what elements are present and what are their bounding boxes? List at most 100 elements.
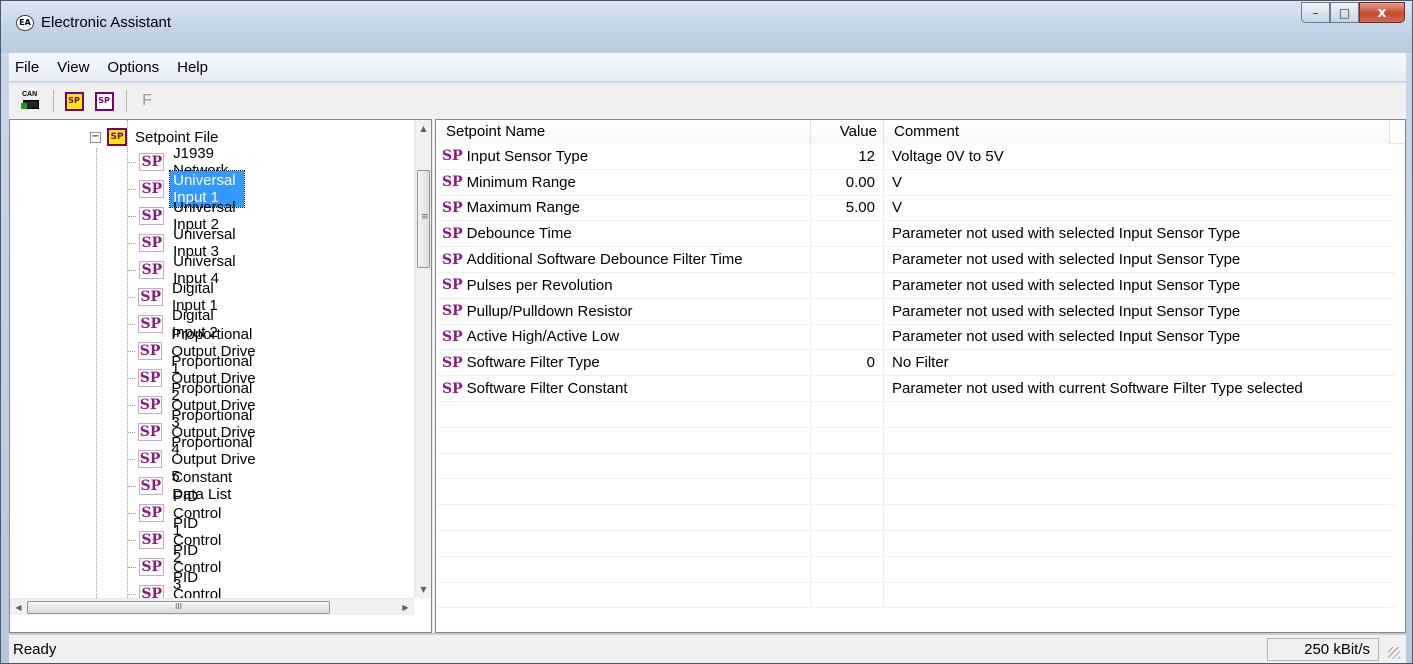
empty-row	[436, 582, 1396, 609]
toolbar-separator	[126, 90, 127, 112]
setpoint-comment-cell: Parameter not used with selected Input S…	[892, 276, 1241, 294]
menu-bar: File View Options Help	[9, 53, 1406, 81]
setpoint-icon: SP	[137, 369, 163, 387]
vertical-scroll-thumb[interactable]: ≡	[417, 170, 430, 268]
app-icon: EA	[16, 15, 34, 31]
table-row[interactable]: SP Pullup/Pulldown Resistor Parameter not …	[436, 298, 1396, 325]
flash-button[interactable]: F	[135, 89, 159, 113]
menu-options[interactable]: Options	[107, 59, 159, 76]
setpoint-value-cell[interactable]	[811, 324, 884, 350]
setpoint-name-cell[interactable]: SP Software Filter Type	[436, 350, 811, 376]
minimize-button[interactable]: –	[1301, 2, 1330, 23]
setpoint-list: Setpoint Name Value Comment SP Input Sens…	[435, 119, 1406, 633]
can-icon: CAN	[21, 91, 41, 111]
setpoint-icon: SP	[138, 477, 164, 495]
setpoint-icon: SP	[442, 380, 463, 397]
toolbar: CAN SP SP F	[9, 82, 1406, 119]
setpoint-icon: SP	[139, 504, 165, 522]
setpoint-icon: SP	[139, 153, 165, 171]
scroll-left-arrow-icon[interactable]: ◀	[10, 599, 27, 616]
setpoint-comment-cell: Parameter not used with selected Input S…	[892, 302, 1241, 320]
close-button[interactable]: x	[1359, 2, 1405, 23]
empty-row	[436, 530, 1396, 557]
maximize-button[interactable]: □	[1330, 2, 1359, 23]
save-setpoint-button[interactable]: SP	[92, 89, 116, 113]
setpoint-icon: SP	[442, 251, 463, 268]
setpoint-icon: SP	[137, 396, 163, 414]
setpoint-icon: SP	[138, 315, 164, 333]
table-row[interactable]: SP Pulses per Revolution Parameter not use…	[436, 272, 1396, 299]
setpoint-value-cell[interactable]	[811, 247, 884, 272]
window-controls: – □ x	[1301, 2, 1405, 23]
collapse-icon[interactable]: −	[90, 131, 101, 143]
scroll-up-arrow-icon[interactable]: ▲	[415, 120, 431, 137]
menu-help[interactable]: Help	[177, 59, 208, 76]
setpoint-value-cell[interactable]	[811, 221, 884, 247]
table-row[interactable]: SP Active High/Active Low Parameter not us…	[436, 324, 1396, 351]
table-row[interactable]: SP Software Filter Constant Parameter not …	[436, 376, 1396, 402]
column-header-value[interactable]: Value	[811, 120, 884, 144]
setpoint-comment-cell: Parameter not used with selected Input S…	[892, 251, 1241, 269]
scroll-grip-icon: ≡	[421, 212, 429, 222]
setpoint-value-cell[interactable]: 5.00	[811, 195, 884, 221]
setpoint-icon: SP	[442, 303, 463, 320]
setpoint-value-cell[interactable]	[811, 272, 884, 298]
setpoint-icon: SP	[139, 261, 165, 279]
table-row[interactable]: SP Software Filter Type 0 No Filter	[436, 350, 1396, 377]
scroll-down-arrow-icon[interactable]: ▼	[415, 581, 431, 598]
open-setpoint-button[interactable]: SP	[62, 89, 86, 113]
table-row[interactable]: SP Input Sensor Type 12 Voltage 0V to 5V	[436, 144, 1396, 170]
empty-row	[436, 453, 1396, 480]
list-rows: SP Input Sensor Type 12 Voltage 0V to 5V SP M…	[436, 144, 1396, 609]
tree-item-label[interactable]: PID Control 4	[170, 568, 230, 599]
scroll-right-arrow-icon[interactable]: ▶	[397, 599, 414, 616]
setpoint-value-cell[interactable]	[811, 376, 884, 401]
can-connect-button[interactable]: CAN	[19, 89, 43, 113]
setpoint-name-cell[interactable]: SP Minimum Range	[436, 169, 811, 195]
menu-view[interactable]: View	[57, 59, 89, 76]
setpoint-comment-cell: V	[892, 199, 903, 217]
setpoint-name-cell[interactable]: SP Software Filter Constant	[436, 376, 811, 401]
setpoint-icon: SP	[442, 174, 463, 191]
title-bar[interactable]: EA Electronic Assistant – □ x	[1, 1, 1412, 53]
setpoint-comment-cell: Parameter not used with selected Input S…	[892, 225, 1241, 243]
setpoint-name-cell[interactable]: SP Debounce Time	[436, 221, 811, 247]
tree-root-label[interactable]: Setpoint File	[135, 129, 218, 146]
column-header-setpoint-name[interactable]: Setpoint Name	[436, 120, 811, 144]
setpoint-name: Software Filter Type	[466, 354, 600, 372]
setpoint-file-icon: SP	[107, 128, 127, 146]
table-row[interactable]: SP Minimum Range 0.00 V	[436, 169, 1396, 196]
setpoint-icon: SP	[137, 342, 163, 360]
setpoint-value-cell[interactable]: 12	[811, 144, 884, 169]
tree-item[interactable]: SP PID Control 4	[128, 569, 230, 598]
table-row[interactable]: SP Maximum Range 5.00 V	[436, 195, 1396, 222]
setpoint-value-cell[interactable]: 0.00	[811, 169, 884, 195]
setpoint-name-cell[interactable]: SP Maximum Range	[436, 195, 811, 221]
setpoint-icon: SP	[442, 328, 463, 345]
setpoint-value-cell[interactable]	[811, 298, 884, 324]
setpoint-value-cell[interactable]: 0	[811, 350, 884, 376]
horizontal-scroll-thumb[interactable]: III	[27, 601, 330, 614]
main-window: EA Electronic Assistant – □ x File View …	[0, 0, 1413, 664]
tree-vertical-scrollbar[interactable]: ▲ ≡ ▼	[414, 120, 431, 598]
setpoint-name-cell[interactable]: SP Pulses per Revolution	[436, 272, 811, 298]
setpoint-name: Active High/Active Low	[466, 328, 620, 346]
setpoint-name-cell[interactable]: SP Active High/Active Low	[436, 324, 811, 350]
table-row[interactable]: SP Additional Software Debounce Filter Ti…	[436, 247, 1396, 273]
status-bar: Ready 250 kBit/s	[9, 634, 1406, 663]
empty-row	[436, 427, 1396, 454]
setpoint-icon: SP	[139, 234, 165, 252]
flash-icon: F	[142, 92, 152, 109]
setpoint-name-cell[interactable]: SP Input Sensor Type	[436, 144, 811, 169]
tree-content: − SP Setpoint File SPJ1939 NetworkSPUniv…	[10, 120, 414, 598]
setpoint-icon: SP	[442, 148, 463, 165]
window-title: Electronic Assistant	[41, 14, 172, 31]
tree-horizontal-scrollbar[interactable]: ◀ III ▶	[10, 598, 414, 615]
table-row[interactable]: SP Debounce Time Parameter not used with s…	[436, 221, 1396, 248]
column-header-comment[interactable]: Comment	[884, 120, 1390, 144]
resize-grip-icon[interactable]	[1388, 647, 1400, 659]
setpoint-icon: SP	[442, 354, 463, 371]
setpoint-name-cell[interactable]: SP Additional Software Debounce Filter Ti…	[436, 247, 811, 272]
menu-file[interactable]: File	[15, 59, 39, 76]
setpoint-name-cell[interactable]: SP Pullup/Pulldown Resistor	[436, 298, 811, 324]
